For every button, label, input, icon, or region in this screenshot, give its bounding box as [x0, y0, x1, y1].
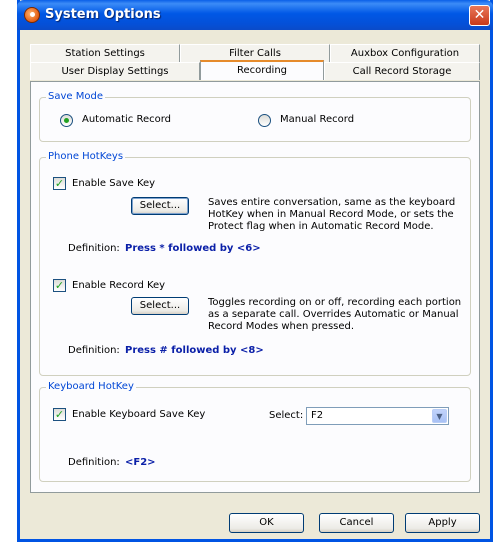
manual-record-radio[interactable]: [258, 114, 271, 127]
record-key-definition-value: Press # followed by <8>: [125, 345, 264, 356]
save-key-definition-value: Press * followed by <6>: [125, 243, 261, 254]
record-key-description: Toggles recording on or off, recording e…: [208, 297, 462, 332]
record-key-definition-label: Definition:: [68, 345, 120, 356]
keyboard-hotkey-title: Keyboard HotKey: [46, 381, 136, 392]
enable-save-key-label: Enable Save Key: [72, 178, 156, 189]
enable-keyboard-save-key-label: Enable Keyboard Save Key: [72, 409, 206, 420]
apply-button[interactable]: Apply: [405, 513, 480, 533]
window-title: System Options: [45, 7, 161, 22]
keyboard-key-select[interactable]: F2 ▼: [306, 407, 449, 425]
record-key-select-button[interactable]: Select...: [131, 297, 189, 315]
keyboard-hotkey-group: Keyboard HotKey ✓ Enable Keyboard Save K…: [39, 381, 471, 482]
save-key-definition-label: Definition:: [68, 243, 120, 254]
tab-recording[interactable]: Recording: [200, 60, 324, 80]
keyboard-definition-label: Definition:: [68, 457, 120, 468]
system-options-window: System Options ✕ Station Settings Filter…: [17, 0, 493, 542]
manual-record-label: Manual Record: [280, 114, 355, 125]
save-mode-group: Save Mode Automatic Record Manual Record: [39, 91, 471, 142]
automatic-record-radio[interactable]: [60, 114, 73, 127]
tab-call-record-storage[interactable]: Call Record Storage: [324, 62, 480, 80]
enable-save-key-checkbox[interactable]: ✓: [53, 177, 66, 190]
app-icon: [24, 7, 40, 23]
close-icon: ✕: [473, 7, 486, 23]
save-key-description: Saves entire conversation, same as the k…: [208, 197, 456, 232]
keyboard-select-label: Select:: [269, 410, 304, 421]
save-key-select-button[interactable]: Select...: [131, 197, 189, 215]
automatic-record-label: Automatic Record: [82, 114, 172, 125]
save-mode-title: Save Mode: [46, 91, 105, 102]
title-bar[interactable]: System Options ✕: [17, 0, 493, 30]
enable-record-key-checkbox[interactable]: ✓: [53, 279, 66, 292]
close-button[interactable]: ✕: [469, 5, 490, 26]
keyboard-key-select-value: F2: [311, 410, 324, 421]
phone-hotkeys-title: Phone HotKeys: [46, 151, 126, 162]
cancel-button[interactable]: Cancel: [319, 513, 394, 533]
enable-record-key-label: Enable Record Key: [72, 280, 166, 291]
tab-user-display-settings[interactable]: User Display Settings: [30, 62, 200, 80]
recording-panel: Save Mode Automatic Record Manual Record…: [30, 81, 480, 493]
keyboard-definition-value: <F2>: [125, 457, 156, 468]
chevron-down-icon[interactable]: ▼: [432, 409, 447, 423]
tab-auxbox-configuration[interactable]: Auxbox Configuration: [330, 44, 480, 62]
enable-keyboard-save-key-checkbox[interactable]: ✓: [53, 408, 66, 421]
tab-station-settings[interactable]: Station Settings: [30, 44, 180, 62]
phone-hotkeys-group: Phone HotKeys ✓ Enable Save Key Select..…: [39, 151, 471, 376]
ok-button[interactable]: OK: [229, 513, 304, 533]
